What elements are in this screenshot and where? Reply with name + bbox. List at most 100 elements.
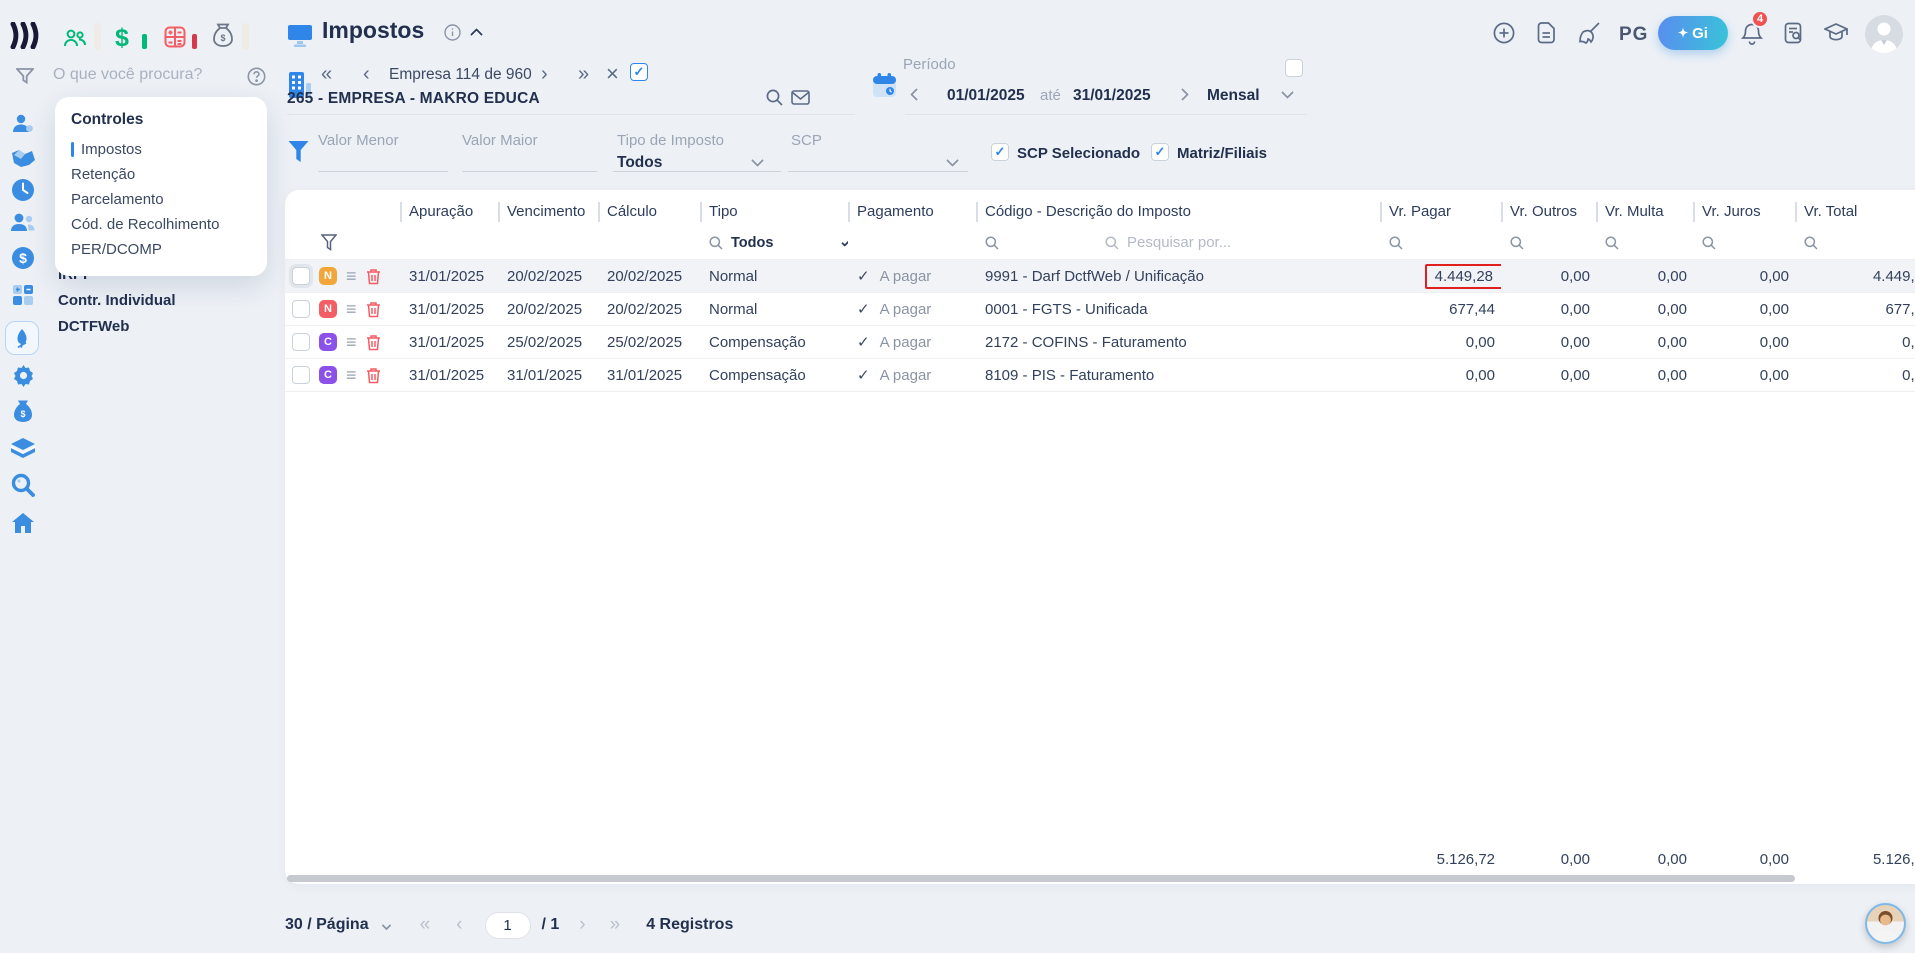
money-bag-module-icon[interactable]: $	[212, 23, 234, 48]
sidebar-calculator-icon[interactable]	[10, 282, 36, 308]
vr-juros-filter-search-icon[interactable]	[1693, 236, 1795, 250]
people-module-icon[interactable]	[63, 27, 87, 49]
filters-funnel-icon[interactable]	[288, 140, 309, 164]
previous-page-button[interactable]: ‹	[456, 914, 462, 936]
sidebar-people-icon[interactable]	[10, 209, 36, 235]
tipo-column-filter-select[interactable]: Todos	[731, 235, 773, 251]
col-vr-pagar[interactable]: Vr. Pagar	[1380, 201, 1501, 223]
matriz-filiais-checkbox[interactable]: ✓	[1151, 143, 1169, 161]
pg-shortcut[interactable]: PG	[1619, 24, 1648, 46]
trash-icon[interactable]	[366, 334, 381, 351]
menu-item-cod-recolhimento[interactable]: Cód. de Recolhimento	[71, 212, 251, 237]
support-chat-avatar[interactable]	[1865, 903, 1906, 944]
last-company-button[interactable]: »	[578, 64, 589, 84]
vr-total-filter-search-icon[interactable]	[1795, 236, 1915, 250]
broom-icon[interactable]	[1578, 22, 1601, 44]
tipo-imposto-select[interactable]: Todos	[617, 154, 662, 172]
next-company-button[interactable]: ›	[541, 64, 548, 84]
company-search-icon[interactable]	[766, 89, 783, 106]
trash-icon[interactable]	[366, 367, 381, 384]
sidebar-user-settings-icon[interactable]	[10, 111, 36, 137]
scp-chevron-icon[interactable]	[946, 154, 959, 167]
col-codigo[interactable]: Código - Descrição do Imposto	[976, 201, 1380, 223]
first-page-button[interactable]: «	[420, 914, 431, 936]
sidebar-money-bag-icon[interactable]: $	[10, 398, 36, 424]
row-checkbox[interactable]: ✓	[292, 267, 310, 285]
period-mode-select[interactable]: Mensal	[1207, 87, 1260, 105]
period-start-date[interactable]: 01/01/2025	[947, 87, 1025, 105]
codigo-search-placeholder[interactable]: Pesquisar por...	[1127, 234, 1231, 251]
table-filter-funnel-icon[interactable]	[285, 234, 400, 251]
academy-icon[interactable]	[1824, 22, 1848, 43]
row-menu-icon[interactable]: ≡	[346, 366, 357, 384]
col-vr-multa[interactable]: Vr. Multa	[1596, 201, 1693, 223]
table-row[interactable]: ✓ N ≡ 31/01/2025 20/02/2025 20/02/2025 N…	[285, 260, 1915, 293]
trash-icon[interactable]	[366, 301, 381, 318]
collapse-header-icon[interactable]	[470, 28, 483, 41]
calculator-module-icon[interactable]	[164, 26, 186, 48]
col-pagamento[interactable]: Pagamento	[848, 201, 976, 223]
col-vr-juros[interactable]: Vr. Juros	[1693, 201, 1795, 223]
scp-selecionado-checkbox[interactable]: ✓	[991, 143, 1009, 161]
col-vencimento[interactable]: Vencimento	[498, 201, 598, 223]
row-checkbox[interactable]: ✓	[292, 366, 310, 384]
horizontal-scrollbar[interactable]	[287, 875, 1795, 882]
col-vr-total[interactable]: Vr. Total	[1795, 201, 1915, 223]
info-icon[interactable]	[444, 24, 461, 41]
sidebar-home-icon[interactable]	[10, 510, 36, 536]
menu-item-parcelamento[interactable]: Parcelamento	[71, 187, 251, 212]
document-icon[interactable]	[1537, 22, 1556, 44]
table-row[interactable]: ✓ N ≡ 31/01/2025 20/02/2025 20/02/2025 N…	[285, 293, 1915, 326]
period-end-date[interactable]: 31/01/2025	[1073, 87, 1151, 105]
next-period-button[interactable]	[1176, 88, 1189, 101]
first-company-button[interactable]: «	[321, 64, 332, 84]
sidebar-layers-icon[interactable]	[10, 436, 36, 462]
vr-multa-filter-search-icon[interactable]	[1596, 236, 1693, 250]
global-search-input[interactable]	[53, 66, 233, 84]
col-apuracao[interactable]: Apuração	[400, 201, 498, 223]
table-row[interactable]: ✓ C ≡ 31/01/2025 25/02/2025 25/02/2025 C…	[285, 326, 1915, 359]
codigo-filter-search-icon[interactable]	[985, 236, 999, 250]
menu-section-contr-individual[interactable]: Contr. Individual	[58, 288, 176, 314]
app-logo[interactable]	[10, 22, 42, 49]
menu-item-retencao[interactable]: Retenção	[71, 162, 251, 187]
sidebar-search-icon[interactable]	[10, 472, 36, 498]
trash-icon[interactable]	[366, 268, 381, 285]
menu-item-per-dcomp[interactable]: PER/DCOMP	[71, 237, 251, 262]
clear-company-icon[interactable]: ×	[606, 63, 619, 85]
filter-icon[interactable]	[16, 68, 34, 84]
user-avatar[interactable]	[1865, 15, 1903, 53]
vr-pagar-filter-search-icon[interactable]	[1380, 236, 1501, 250]
gi-assistant-button[interactable]: ✦ Gi	[1658, 16, 1728, 50]
page-number-input[interactable]	[485, 912, 531, 939]
vr-outros-filter-search-icon[interactable]	[1501, 236, 1596, 250]
sidebar-handshake-icon[interactable]	[10, 145, 36, 171]
menu-section-dctfweb[interactable]: DCTFWeb	[58, 314, 176, 340]
financial-module-icon[interactable]: $	[115, 24, 129, 53]
audit-log-icon[interactable]	[1784, 22, 1804, 44]
tipo-filter-chevron-icon[interactable]	[842, 238, 848, 246]
company-filter-checkbox[interactable]: ✓	[630, 63, 648, 81]
row-checkbox[interactable]: ✓	[292, 300, 310, 318]
sidebar-taxes-item-selected[interactable]	[5, 321, 39, 355]
sidebar-dollar-icon[interactable]: $	[10, 245, 36, 271]
row-menu-icon[interactable]: ≡	[346, 300, 357, 318]
col-tipo[interactable]: Tipo	[700, 201, 848, 223]
per-page-select[interactable]: 30 / Página	[285, 916, 369, 934]
tipo-imposto-chevron-icon[interactable]	[751, 154, 764, 167]
row-checkbox[interactable]: ✓	[292, 333, 310, 351]
next-page-button[interactable]: ›	[579, 914, 585, 936]
sidebar-gear-icon[interactable]	[10, 362, 36, 388]
menu-item-impostos[interactable]: Impostos	[71, 137, 251, 162]
previous-period-button[interactable]	[910, 88, 923, 101]
mail-icon[interactable]	[791, 90, 810, 105]
col-vr-outros[interactable]: Vr. Outros	[1501, 201, 1596, 223]
add-icon[interactable]	[1493, 22, 1515, 44]
per-page-chevron-icon[interactable]	[381, 920, 391, 930]
table-row[interactable]: ✓ C ≡ 31/01/2025 31/01/2025 31/01/2025 C…	[285, 359, 1915, 392]
sidebar-clock-icon[interactable]	[10, 177, 36, 203]
row-menu-icon[interactable]: ≡	[346, 333, 357, 351]
previous-company-button[interactable]: ‹	[363, 64, 370, 84]
period-mode-chevron-icon[interactable]	[1281, 86, 1294, 99]
col-calculo[interactable]: Cálculo	[598, 201, 700, 223]
